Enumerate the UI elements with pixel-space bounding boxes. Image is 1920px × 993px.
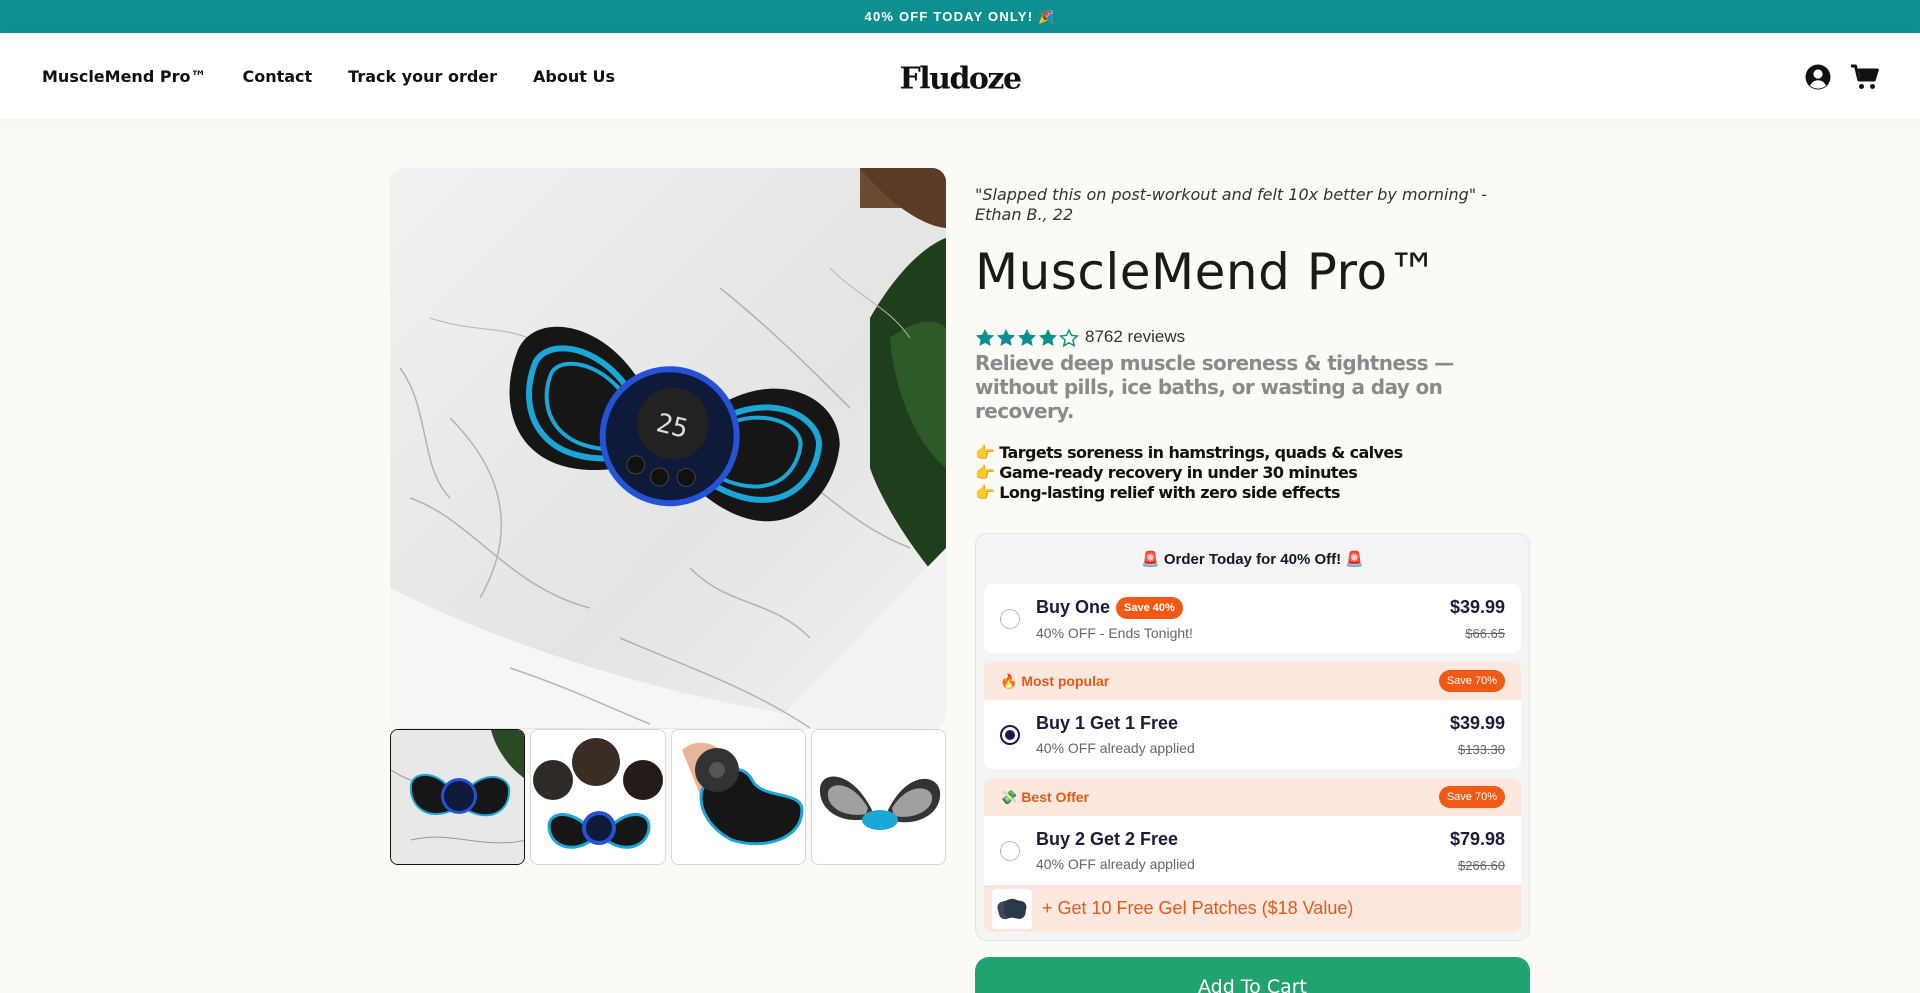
option-tag-most-popular: 🔥 Most popular Save 70% [984, 662, 1521, 700]
testimonial-quote: "Slapped this on post-workout and felt 1… [975, 185, 1487, 224]
free-gift-row: + Get 10 Free Gel Patches ($18 Value) [984, 885, 1521, 932]
add-to-cart-button[interactable]: Add To Cart [975, 957, 1530, 993]
option-subtitle: 40% OFF already applied [1036, 740, 1195, 756]
save-badge: Save 70% [1438, 670, 1505, 692]
option-price: $39.99 [1449, 596, 1505, 617]
header-icons [1804, 63, 1879, 91]
cart-icon[interactable] [1850, 63, 1879, 91]
product-gallery: 25 [390, 168, 946, 865]
star-outline-icon [1059, 327, 1079, 347]
thumbnail-4[interactable] [810, 729, 946, 865]
option-tag-best-offer: 💸 Best Offer Save 70% [984, 778, 1521, 816]
star-icon [996, 328, 1016, 346]
save-badge: Save 70% [1438, 786, 1505, 808]
thumbnail-strip [390, 729, 946, 865]
bundle-option-buy-2-get-2[interactable]: Buy 2 Get 2 Free 40% OFF already applied… [984, 816, 1521, 885]
site-logo[interactable]: Fludoze [899, 61, 1022, 96]
option-compare-price: $66.65 [1465, 625, 1505, 641]
star-rating [975, 327, 1079, 347]
tag-label: 💸 Best Offer [1000, 788, 1090, 805]
gel-patch-image [992, 888, 1032, 929]
option-compare-price: $266.60 [1458, 857, 1505, 873]
site-header: MuscleMend Pro™ Contact Track your order… [0, 33, 1920, 119]
option-subtitle: 40% OFF - Ends Tonight! [1036, 624, 1193, 641]
star-icon [975, 328, 995, 346]
option-price: $79.98 [1449, 828, 1505, 849]
radio-button-selected[interactable] [1000, 724, 1020, 745]
main-product-image[interactable]: 25 [390, 168, 946, 729]
save-badge: Save 40% [1116, 596, 1183, 619]
radio-button[interactable] [1000, 608, 1020, 629]
product-subhead: Relieve deep muscle soreness & tightness… [975, 351, 1454, 423]
nav-item-about-us[interactable]: About Us [533, 67, 615, 86]
bundle-option-buy-1-get-1[interactable]: Buy 1 Get 1 Free 40% OFF already applied… [984, 700, 1521, 769]
thumbnail-3[interactable] [670, 729, 806, 865]
option-title: Buy 1 Get 1 Free [1036, 713, 1179, 733]
bundle-option-buy-one[interactable]: Buy One Save 40% 40% OFF - Ends Tonight!… [984, 584, 1521, 653]
nav-item-track-order[interactable]: Track your order [348, 67, 497, 86]
tag-label: 🔥 Most popular [1000, 672, 1110, 689]
benefit-list: 👉 Targets soreness in hamstrings, quads … [975, 443, 1530, 503]
radio-button[interactable] [1000, 840, 1020, 861]
option-subtitle: 40% OFF already applied [1036, 856, 1195, 872]
benefit-item: 👉 Game-ready recovery in under 30 minute… [975, 463, 1358, 482]
option-compare-price: $133.30 [1458, 741, 1505, 757]
bundle-offer-box: 🚨 Order Today for 40% Off! 🚨 Buy One Sav… [975, 533, 1530, 941]
nav-item-contact[interactable]: Contact [242, 67, 312, 86]
option-title: Buy 2 Get 2 Free [1036, 829, 1179, 849]
option-price: $39.99 [1449, 712, 1505, 733]
benefit-item: 👉 Targets soreness in hamstrings, quads … [975, 443, 1403, 462]
rating-row[interactable]: 8762 reviews [975, 327, 1530, 347]
product-info: "Slapped this on post-workout and felt 1… [975, 185, 1530, 993]
thumbnail-2[interactable] [530, 729, 666, 865]
account-icon[interactable] [1804, 63, 1832, 91]
announcement-text: 40% OFF TODAY ONLY! 🎉 [864, 8, 1056, 24]
review-count: 8762 reviews [1085, 327, 1186, 346]
star-icon [1017, 328, 1037, 346]
nav-item-product[interactable]: MuscleMend Pro™ [42, 67, 206, 86]
offer-header: 🚨 Order Today for 40% Off! 🚨 [1141, 551, 1364, 568]
announcement-bar: 40% OFF TODAY ONLY! 🎉 [0, 0, 1920, 33]
star-icon [1038, 328, 1058, 346]
option-title: Buy One [1036, 597, 1111, 617]
main-nav: MuscleMend Pro™ Contact Track your order… [42, 67, 615, 86]
free-gift-text: + Get 10 Free Gel Patches ($18 Value) [1042, 898, 1354, 918]
product-title: MuscleMend Pro™ [975, 243, 1439, 301]
thumbnail-1[interactable] [390, 729, 526, 865]
benefit-item: 👉 Long-lasting relief with zero side eff… [975, 483, 1340, 502]
